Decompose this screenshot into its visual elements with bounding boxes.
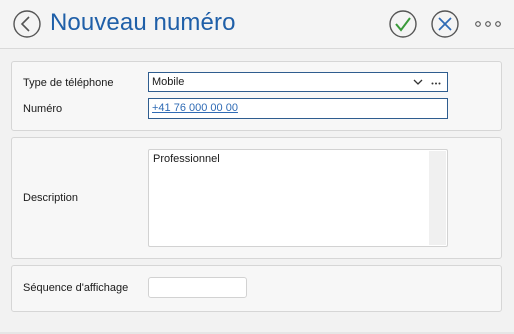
header-bar: Nouveau numéro: [0, 0, 514, 49]
page-title: Nouveau numéro: [50, 9, 236, 36]
number-label: Numéro: [23, 103, 63, 115]
phone-type-value: Mobile: [152, 76, 185, 88]
check-circle-icon[interactable]: [388, 9, 418, 39]
description-label: Description: [23, 192, 79, 204]
description-textarea[interactable]: Professionnel: [148, 149, 448, 247]
description-panel: Description Professionnel: [11, 137, 502, 259]
close-circle-icon[interactable]: [430, 9, 460, 39]
back-arrow-circle-icon[interactable]: [12, 9, 42, 39]
display-sequence-panel: Séquence d'affichage: [11, 265, 502, 312]
chevron-down-icon[interactable]: [413, 78, 423, 86]
display-sequence-input[interactable]: [148, 277, 247, 298]
ellipsis-icon[interactable]: [431, 82, 441, 85]
number-input[interactable]: +41 76 000 00 00: [148, 98, 448, 119]
display-sequence-label: Séquence d'affichage: [23, 282, 129, 294]
phone-type-label: Type de téléphone: [23, 77, 114, 89]
more-horizontal-icon[interactable]: [474, 14, 504, 34]
description-scrollbar[interactable]: [429, 151, 446, 245]
phone-type-select[interactable]: Mobile: [148, 72, 448, 92]
phone-details-panel: Type de téléphone Mobile Numéro +41 76 0…: [11, 61, 502, 131]
description-value: Professionnel: [153, 153, 220, 165]
